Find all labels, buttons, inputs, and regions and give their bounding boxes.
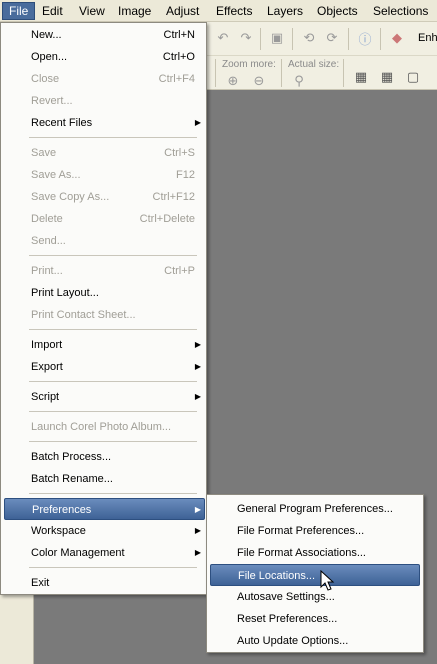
menu-item-auto-update-options[interactable]: Auto Update Options...	[210, 630, 420, 652]
menu-item-print-layout[interactable]: Print Layout...	[4, 282, 203, 304]
menu-view[interactable]: View	[73, 3, 111, 19]
info-icon[interactable]: ⓘ	[354, 27, 376, 49]
menu-item-send[interactable]: Send...	[4, 230, 203, 252]
menu-item-launch-photo-album[interactable]: Launch Corel Photo Album...	[4, 416, 203, 438]
menu-item-batch-process[interactable]: Batch Process...	[4, 446, 203, 468]
menu-item-file-locations[interactable]: File Locations...	[210, 564, 420, 586]
menu-file[interactable]: File	[2, 2, 36, 20]
window-fit-image-icon[interactable]: ▦	[376, 66, 398, 88]
menu-item-preferences[interactable]: Preferences ▶	[4, 498, 205, 520]
menu-edit[interactable]: Edit	[36, 3, 69, 19]
menu-item-revert[interactable]: Revert...	[4, 90, 203, 112]
menu-item-save-as[interactable]: Save As... F12	[4, 164, 203, 186]
menu-item-general-program-preferences[interactable]: General Program Preferences...	[210, 498, 420, 520]
rotate-left-icon[interactable]: ⟲	[298, 27, 320, 49]
submenu-arrow-icon: ▶	[194, 526, 201, 535]
menu-item-delete[interactable]: Delete Ctrl+Delete	[4, 208, 203, 230]
zoom-in-icon[interactable]: ⊕	[222, 70, 244, 92]
menu-item-save[interactable]: Save Ctrl+S	[4, 142, 203, 164]
enhance-label[interactable]: Enh	[418, 32, 437, 44]
redo-icon[interactable]: ↷	[235, 27, 257, 49]
menu-item-exit[interactable]: Exit	[4, 572, 203, 594]
enhance-icon[interactable]: ◆	[386, 27, 408, 49]
submenu-arrow-icon: ▶	[194, 340, 201, 349]
zoom-out-icon[interactable]: ⊖	[248, 70, 270, 92]
menu-item-export[interactable]: Export ▶	[4, 356, 203, 378]
menu-item-close[interactable]: Close Ctrl+F4	[4, 68, 203, 90]
window-fit-icon[interactable]: ▦	[350, 66, 372, 88]
menu-item-file-format-associations[interactable]: File Format Associations...	[210, 542, 420, 564]
menu-bar: File Edit View Image Adjust Effects Laye…	[0, 0, 437, 22]
submenu-arrow-icon: ▶	[194, 392, 201, 401]
menu-item-file-format-preferences[interactable]: File Format Preferences...	[210, 520, 420, 542]
rotate-right-icon[interactable]: ⟳	[321, 27, 343, 49]
preferences-submenu: General Program Preferences... File Form…	[206, 494, 424, 653]
menu-item-reset-preferences[interactable]: Reset Preferences...	[210, 608, 420, 630]
menu-item-print[interactable]: Print... Ctrl+P	[4, 260, 203, 282]
menu-item-new[interactable]: New... Ctrl+N	[4, 24, 203, 46]
menu-item-open[interactable]: Open... Ctrl+O	[4, 46, 203, 68]
actual-size-label: Actual size:	[288, 59, 340, 70]
menu-layers[interactable]: Layers	[261, 3, 309, 19]
menu-objects[interactable]: Objects	[311, 3, 364, 19]
menu-item-color-management[interactable]: Color Management ▶	[4, 542, 203, 564]
menu-item-batch-rename[interactable]: Batch Rename...	[4, 468, 203, 490]
menu-item-workspace[interactable]: Workspace ▶	[4, 520, 203, 542]
menu-item-script[interactable]: Script ▶	[4, 386, 203, 408]
menu-item-save-copy-as[interactable]: Save Copy As... Ctrl+F12	[4, 186, 203, 208]
actual-size-icon[interactable]: ⚲	[288, 70, 310, 92]
submenu-arrow-icon: ▶	[194, 362, 201, 371]
menu-item-print-contact-sheet[interactable]: Print Contact Sheet...	[4, 304, 203, 326]
submenu-arrow-icon: ▶	[194, 505, 201, 514]
submenu-arrow-icon: ▶	[194, 118, 201, 127]
undo-icon[interactable]: ↶	[212, 27, 234, 49]
fit-window-icon[interactable]: ▢	[402, 66, 424, 88]
menu-selections[interactable]: Selections	[367, 3, 434, 19]
file-menu: New... Ctrl+N Open... Ctrl+O Close Ctrl+…	[0, 22, 207, 595]
menu-effects[interactable]: Effects	[210, 3, 258, 19]
menu-adjust[interactable]: Adjust	[160, 3, 205, 19]
menu-image[interactable]: Image	[112, 3, 157, 19]
submenu-arrow-icon: ▶	[194, 548, 201, 557]
menu-item-autosave-settings[interactable]: Autosave Settings...	[210, 586, 420, 608]
zoom-more-label: Zoom more:	[222, 59, 276, 70]
mouse-cursor-icon	[320, 570, 335, 591]
menu-item-import[interactable]: Import ▶	[4, 334, 203, 356]
menu-item-recent-files[interactable]: Recent Files ▶	[4, 112, 203, 134]
crop-icon[interactable]: ▣	[266, 27, 288, 49]
